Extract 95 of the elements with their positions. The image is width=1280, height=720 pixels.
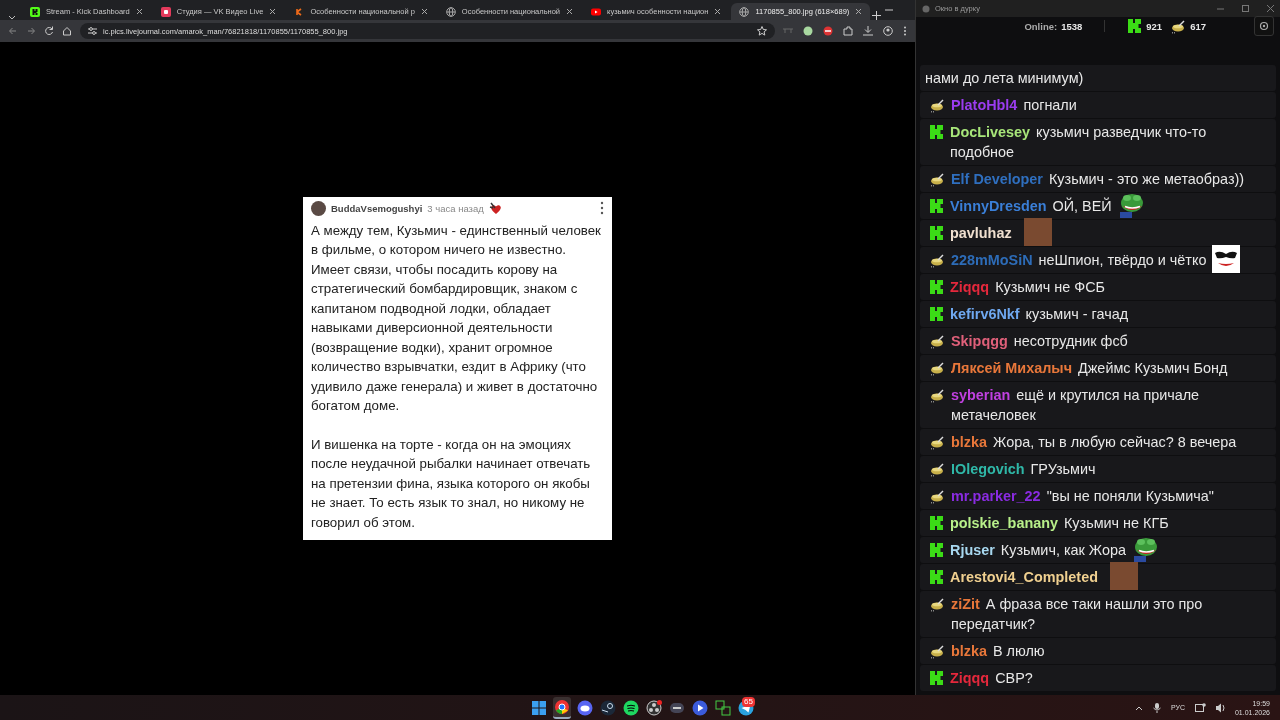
vk-logo-icon [160,6,171,17]
bowl-icon [929,434,945,450]
bowl-icon [929,596,945,612]
bowl-icon [1170,18,1187,34]
photo-placeholder [1023,218,1052,246]
chat-message-text: pavluhaz [950,224,1013,243]
photo-placeholder [1109,562,1138,590]
notification-icon[interactable] [1194,702,1206,713]
caret-up-icon[interactable] [1134,704,1143,711]
bowl-icon [929,488,945,504]
close-icon[interactable] [420,8,428,15]
settings-icon [1259,21,1269,31]
reload-icon[interactable] [44,26,54,36]
chat-message-text: IOlegovich ГРУзьмич [951,460,1096,479]
play-logo-icon [591,6,602,17]
more-options-icon[interactable] [600,201,604,216]
chat-message-text: 228mMoSiN неШпион, твёрдо и чётко [951,251,1207,270]
chat-message-text: mr.parker_22 "вы не поняли Кузьмича" [951,487,1214,506]
globe-icon [739,6,750,17]
close-icon[interactable] [269,8,277,15]
viewer-count: 617 [1190,20,1206,32]
close-icon[interactable] [566,8,574,15]
chat-message-text: Ziqqq СВР? [950,669,1033,688]
online-count: 1538 [1061,20,1083,32]
kick-logo-icon [1127,18,1143,34]
bowl-icon [929,461,945,477]
puzzle-icon[interactable] [843,26,853,36]
comment-time: 3 часа назад [427,202,484,214]
chat-message-text: Rjuser Кузьмич, как Жора [950,541,1126,560]
microphone-icon[interactable] [1152,702,1161,713]
download-icon[interactable] [863,26,873,36]
kick-logo-icon [929,670,944,686]
avatar [311,200,326,216]
block-extension-icon[interactable] [823,26,833,36]
frog-emote-icon [1131,535,1160,563]
close-icon[interactable] [714,8,722,15]
chat-message-text: kefirv6Nkf кузьмич - гачад [950,305,1129,324]
menu-icon[interactable] [903,26,907,36]
kick-logo-icon [929,225,944,241]
comment-author[interactable]: BuddaVsemogushyi [331,202,423,214]
comment-paragraph: И вишенка на торте - когда он на эмоциях после неудачной рыбалки начинает отвечать на претензии фина, языка которого он якобы не знает. То есть язык то знал, но никому не говорил об этом. [311,435,592,532]
kick-logo-icon [30,6,40,17]
taskbar-app[interactable] [553,696,571,719]
speaker-icon[interactable] [1215,702,1225,713]
close-icon[interactable] [1267,5,1274,12]
online-label: Online: [1024,20,1058,32]
close-icon[interactable] [135,8,143,15]
kick-logo-icon [929,515,944,531]
circle-extension-icon[interactable] [803,26,813,36]
chat-message-text: Ziqqq Кузьмич не ФСБ [950,278,1105,297]
chat-message-text: Arestovi4_Completed [950,568,1099,587]
kick-logo-icon [929,542,944,558]
bowl-icon [929,360,945,376]
chat-message-text: PlatoHbl4 погнали [951,96,1077,115]
kick-logo-icon [929,279,944,295]
globe-icon [445,6,456,17]
chat-message-text: blzka В люлю [951,642,1045,661]
bowl-icon [929,171,945,187]
kick-logo-icon [929,198,944,214]
comment-paragraph: А между тем, Кузьмич - единственный человек в фильме, о котором ничего не известно. Имеет связи, чтобы посадить корову на стратегический бомбардировщик, знаком с капитаном подводной лодки, обладает навыками диверсионной деятельности (возвращение водки), хранит огромное количество взрывчатки, ездит в Африку (что удивило даже генерала) и живет в достаточно богатом доме. [311,221,602,416]
close-icon[interactable] [855,8,863,15]
chat-message-text: Ляксей Михалыч Джеймс Кузьмич Бонд [951,359,1228,378]
maximize-icon[interactable] [1242,5,1249,12]
bowl-icon [929,252,945,268]
chat-message-text: Elf Developer Кузьмич - это же метаобраз)) [951,170,1245,189]
taskbar-app[interactable]: 65 [737,696,755,719]
app-icon [922,4,930,13]
chat-message-text: blzka Жора, ты в любую сейчас? 8 вечера [951,433,1237,452]
star-icon[interactable] [757,26,767,36]
site-settings-icon[interactable] [88,26,97,36]
frog-emote-icon [1117,191,1146,219]
viewer-count: 921 [1146,20,1163,32]
minimize-icon[interactable] [885,6,894,14]
bowl-icon [929,97,945,113]
chrome-icon[interactable] [554,698,570,715]
chat-message-text: polskie_banany Кузьмич не КГБ [950,514,1169,533]
chat-message-text: DocLivesey кузьмич разведчик что-то подобное [950,123,1208,162]
chat-message-text: VinnyDresden ОЙ, ВЕЙ [950,196,1112,216]
chat-message-text: syberian ещё и крутился на причале метачеловек [951,386,1201,425]
new-tab-icon[interactable] [872,11,882,20]
kick-logo-icon [929,124,944,140]
notification-badge: 65 [742,696,755,707]
chat-message-text: Skipqgg несотрудник фсб [951,332,1128,351]
chevron-down-icon [8,14,16,20]
settings-button[interactable] [1254,16,1274,36]
bowl-icon [929,333,945,349]
kick-logo-icon [929,569,944,585]
heart-sticker-icon [488,201,503,216]
chat-message-text: нами до лета минимум) [925,69,1084,88]
kick-logo-icon [929,306,944,322]
chat-message-text: ziZit А фраза все таки нашли это про передатчик? [951,595,1204,634]
bowl-icon [929,643,945,659]
bowl-icon [929,387,945,403]
home-icon[interactable] [62,26,72,36]
profile-icon[interactable] [883,26,893,36]
